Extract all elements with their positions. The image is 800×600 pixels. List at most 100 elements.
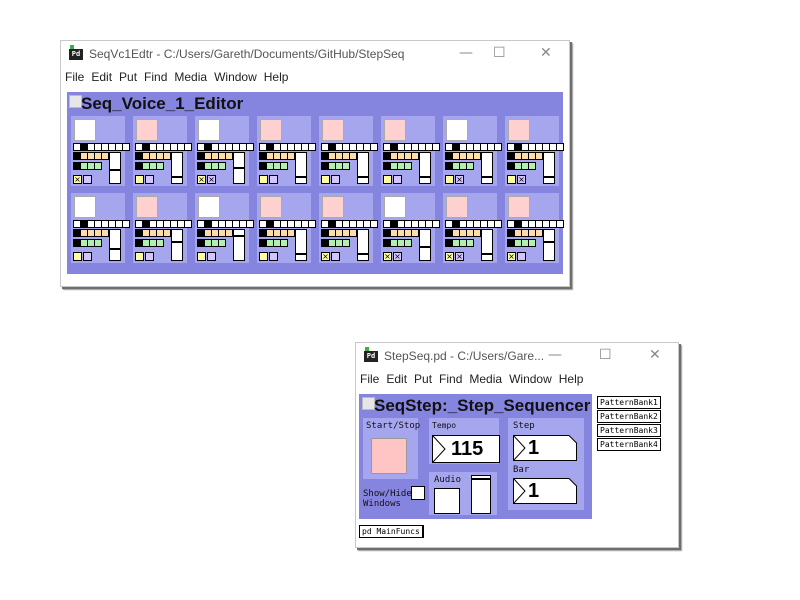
step-toggle[interactable]: × xyxy=(73,175,82,184)
step-velocity-slider[interactable] xyxy=(543,152,555,184)
step-bang[interactable] xyxy=(260,119,282,141)
maximize-icon[interactable]: ☐ xyxy=(599,347,612,363)
radio-row-3[interactable] xyxy=(73,239,102,247)
step-toggle[interactable]: × xyxy=(197,175,206,184)
tempo-number-box[interactable]: 115 xyxy=(432,435,500,463)
step-bang[interactable] xyxy=(74,119,96,141)
radio-cell[interactable] xyxy=(225,229,233,237)
radio-row-1[interactable] xyxy=(383,143,440,151)
step-bang[interactable] xyxy=(198,119,220,141)
start-stop-bang[interactable] xyxy=(371,438,407,474)
radio-row-2[interactable] xyxy=(73,229,109,237)
main-titlebar[interactable]: Pd StepSeq.pd - C:/Users/Gare... xyxy=(356,343,678,369)
menu-find[interactable]: Find xyxy=(439,372,462,386)
radio-row-3[interactable] xyxy=(197,162,226,170)
radio-cell[interactable] xyxy=(432,220,440,228)
menu-put[interactable]: Put xyxy=(414,372,432,386)
radio-row-3[interactable] xyxy=(383,162,412,170)
radio-cell[interactable] xyxy=(218,162,226,170)
radio-cell[interactable] xyxy=(370,143,378,151)
menu-window[interactable]: Window xyxy=(509,372,552,386)
minimize-icon[interactable]: — xyxy=(548,347,562,363)
step-toggle[interactable] xyxy=(331,175,340,184)
radio-row-2[interactable] xyxy=(135,152,171,160)
radio-cell[interactable] xyxy=(184,143,192,151)
radio-row-3[interactable] xyxy=(259,239,288,247)
step-toggle[interactable]: × xyxy=(455,175,464,184)
step-toggle[interactable]: × xyxy=(383,252,392,261)
radio-cell[interactable] xyxy=(218,239,226,247)
radio-cell[interactable] xyxy=(163,152,171,160)
radio-row-2[interactable] xyxy=(73,152,109,160)
step-toggle[interactable] xyxy=(383,175,392,184)
menu-find[interactable]: Find xyxy=(144,70,167,84)
step-bang[interactable] xyxy=(322,119,344,141)
radio-cell[interactable] xyxy=(308,143,316,151)
step-bang[interactable] xyxy=(446,119,468,141)
radio-row-1[interactable] xyxy=(259,220,316,228)
radio-cell[interactable] xyxy=(535,152,543,160)
step-toggle[interactable] xyxy=(145,175,154,184)
radio-row-2[interactable] xyxy=(321,152,357,160)
step-velocity-slider[interactable] xyxy=(171,152,183,184)
menu-window[interactable]: Window xyxy=(214,70,257,84)
radio-row-3[interactable] xyxy=(73,162,102,170)
radio-row-3[interactable] xyxy=(445,239,474,247)
close-icon[interactable]: ✕ xyxy=(540,45,552,61)
radio-cell[interactable] xyxy=(156,239,164,247)
step-velocity-slider[interactable] xyxy=(171,229,183,261)
menu-file[interactable]: File xyxy=(65,70,84,84)
radio-row-1[interactable] xyxy=(73,143,130,151)
step-velocity-slider[interactable] xyxy=(357,152,369,184)
radio-row-2[interactable] xyxy=(197,229,233,237)
radio-cell[interactable] xyxy=(156,162,164,170)
radio-cell[interactable] xyxy=(528,162,536,170)
radio-cell[interactable] xyxy=(101,229,109,237)
radio-cell[interactable] xyxy=(280,239,288,247)
radio-cell[interactable] xyxy=(466,239,474,247)
radio-row-3[interactable] xyxy=(135,162,164,170)
radio-cell[interactable] xyxy=(535,229,543,237)
radio-row-1[interactable] xyxy=(321,220,378,228)
step-toggle[interactable] xyxy=(445,175,454,184)
step-bang[interactable] xyxy=(136,119,158,141)
radio-cell[interactable] xyxy=(432,143,440,151)
radio-row-2[interactable] xyxy=(507,152,543,160)
step-bang[interactable] xyxy=(446,196,468,218)
step-velocity-slider[interactable] xyxy=(295,229,307,261)
radio-row-2[interactable] xyxy=(445,229,481,237)
step-bang[interactable] xyxy=(384,119,406,141)
step-velocity-slider[interactable] xyxy=(109,152,121,184)
step-velocity-slider[interactable] xyxy=(481,152,493,184)
radio-cell[interactable] xyxy=(556,220,564,228)
radio-row-2[interactable] xyxy=(383,152,419,160)
radio-cell[interactable] xyxy=(280,162,288,170)
step-toggle[interactable] xyxy=(83,252,92,261)
radio-cell[interactable] xyxy=(349,229,357,237)
radio-row-2[interactable] xyxy=(259,229,295,237)
menu-help[interactable]: Help xyxy=(559,372,584,386)
radio-cell[interactable] xyxy=(473,229,481,237)
subpatch-mainfuncs[interactable]: pd MainFuncs xyxy=(359,525,424,538)
radio-cell[interactable] xyxy=(411,229,419,237)
step-toggle[interactable]: × xyxy=(517,175,526,184)
menu-put[interactable]: Put xyxy=(119,70,137,84)
radio-cell[interactable] xyxy=(404,162,412,170)
radio-row-2[interactable] xyxy=(445,152,481,160)
step-bang[interactable] xyxy=(508,196,530,218)
step-bang[interactable] xyxy=(74,196,96,218)
step-toggle[interactable] xyxy=(135,175,144,184)
bar-number-box[interactable]: 1 xyxy=(513,478,577,504)
step-velocity-slider[interactable] xyxy=(419,152,431,184)
radio-cell[interactable] xyxy=(342,239,350,247)
step-toggle[interactable] xyxy=(73,252,82,261)
step-toggle[interactable] xyxy=(207,252,216,261)
maximize-icon[interactable]: ☐ xyxy=(493,45,506,61)
step-toggle[interactable]: × xyxy=(393,252,402,261)
radio-row-1[interactable] xyxy=(135,220,192,228)
radio-cell[interactable] xyxy=(308,220,316,228)
radio-cell[interactable] xyxy=(94,239,102,247)
step-velocity-slider[interactable] xyxy=(419,229,431,261)
close-icon[interactable]: ✕ xyxy=(649,347,661,363)
step-toggle[interactable] xyxy=(269,252,278,261)
